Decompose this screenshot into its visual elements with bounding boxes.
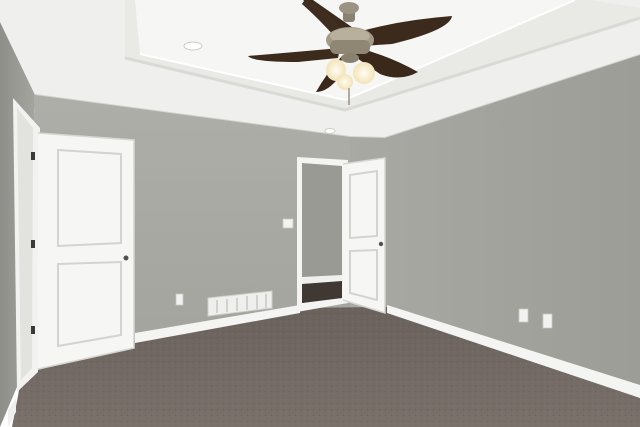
center-doorway — [297, 157, 348, 312]
light-switch — [282, 218, 294, 229]
room-photo — [0, 0, 640, 427]
center-door — [342, 157, 386, 315]
recessed-light — [183, 41, 203, 51]
door-knob-icon — [378, 241, 384, 247]
recessed-light — [324, 128, 336, 134]
left-door — [37, 132, 135, 370]
fan-light-bulb — [337, 74, 353, 90]
fan-light-bulb — [353, 62, 375, 84]
door-knob-icon — [123, 255, 129, 261]
left-door-frame — [13, 98, 40, 392]
